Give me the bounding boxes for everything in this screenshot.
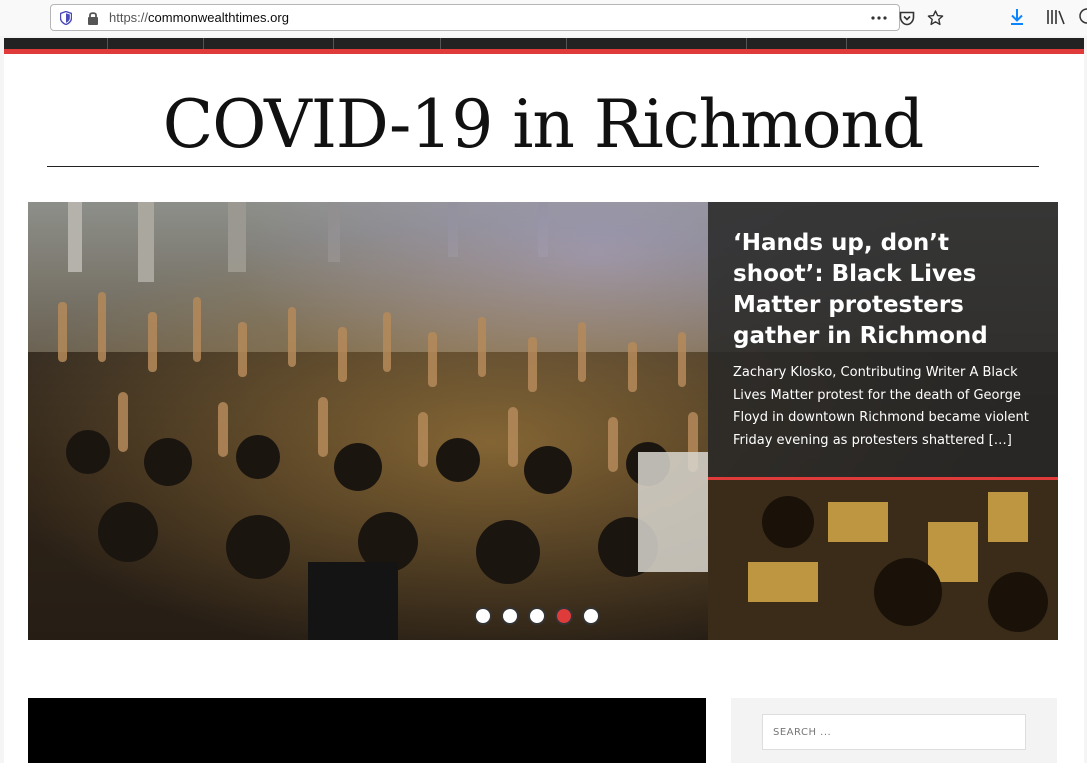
nav-separator: [566, 38, 567, 49]
url-host: commonwealthtimes.org: [148, 10, 289, 25]
library-icon[interactable]: [1046, 9, 1066, 25]
slider-dot[interactable]: [501, 607, 519, 625]
slider-dot[interactable]: [528, 607, 546, 625]
slider-dot-active[interactable]: [555, 607, 573, 625]
nav-separator: [107, 38, 108, 49]
slide-caption[interactable]: ‘Hands up, don’t shoot’: Black Lives Mat…: [708, 202, 1058, 477]
top-navigation: [4, 38, 1084, 49]
video-embed[interactable]: [28, 698, 706, 763]
banner-underline: [47, 166, 1039, 167]
nav-separator: [333, 38, 334, 49]
lock-icon[interactable]: [86, 10, 100, 26]
shield-icon[interactable]: [60, 11, 72, 25]
slider-dot[interactable]: [582, 607, 600, 625]
ellipsis-icon[interactable]: [869, 8, 889, 28]
accent-bar: [4, 49, 1084, 54]
sidebar: [731, 698, 1057, 763]
banner-title: COVID-19 in Richmond: [162, 86, 925, 163]
slider-dot[interactable]: [474, 607, 492, 625]
search-input[interactable]: [762, 714, 1026, 750]
download-arrow-icon[interactable]: [1010, 8, 1024, 26]
slide-headline[interactable]: ‘Hands up, don’t shoot’: Black Lives Mat…: [733, 228, 1043, 352]
slide-excerpt: Zachary Klosko, Contributing Writer A Bl…: [733, 365, 1029, 448]
account-icon[interactable]: [1078, 8, 1087, 24]
url-text[interactable]: https://commonwealthtimes.org: [109, 10, 289, 25]
nav-separator: [846, 38, 847, 49]
browser-toolbar: https://commonwealthtimes.org: [0, 0, 1087, 36]
caption-accent-bar: [708, 477, 1058, 480]
nav-separator: [746, 38, 747, 49]
nav-separator: [203, 38, 204, 49]
featured-slider[interactable]: ‘Hands up, don’t shoot’: Black Lives Mat…: [28, 202, 1058, 640]
pocket-icon[interactable]: [897, 8, 917, 28]
website: COVID-19 in Richmond ‘Hands up, don’t sh…: [4, 38, 1084, 763]
header-banner[interactable]: COVID-19 in Richmond: [28, 82, 1058, 172]
address-bar[interactable]: https://commonwealthtimes.org: [50, 4, 943, 31]
url-scheme: https://: [109, 10, 149, 25]
nav-separator: [440, 38, 441, 49]
star-icon[interactable]: [925, 8, 945, 28]
